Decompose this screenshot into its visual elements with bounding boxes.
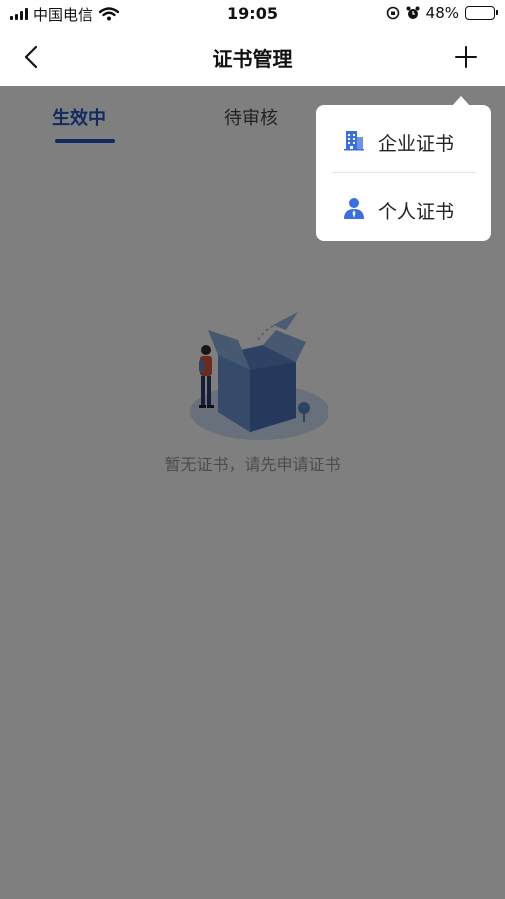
menu-divider <box>332 172 476 173</box>
menu-item-enterprise-certificate[interactable]: 企业证书 <box>316 107 491 173</box>
status-bar: 中国电信 19:05 48% <box>0 0 505 28</box>
building-icon <box>344 131 364 151</box>
menu-item-personal-certificate[interactable]: 个人证书 <box>316 175 491 241</box>
person-icon <box>344 198 364 219</box>
menu-item-label: 企业证书 <box>378 133 455 155</box>
battery-percent: 48% <box>425 4 459 22</box>
nav-bar: 证书管理 <box>0 28 505 86</box>
alarm-icon <box>406 6 420 19</box>
add-certificate-popup: 企业证书 个人证书 <box>316 105 491 241</box>
page-title: 证书管理 <box>212 47 293 71</box>
menu-item-label: 个人证书 <box>378 201 455 223</box>
status-right-group: 48% <box>386 4 498 22</box>
orientation-lock-icon <box>386 6 399 20</box>
plus-icon[interactable] <box>451 42 481 72</box>
battery-icon <box>465 6 498 20</box>
